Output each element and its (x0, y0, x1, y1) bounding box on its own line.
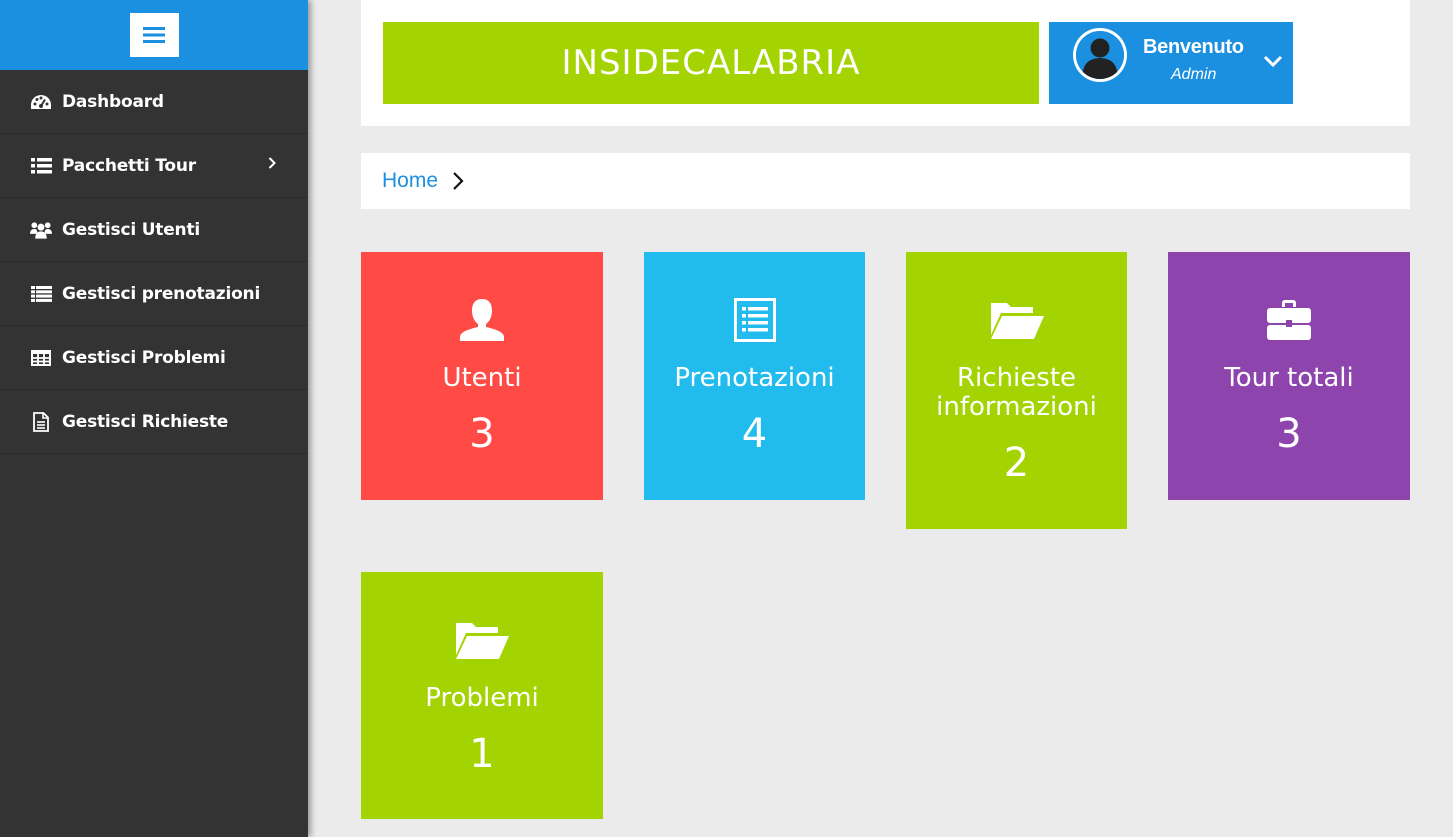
document-icon (30, 411, 52, 432)
table-icon (30, 349, 52, 367)
avatar (1073, 28, 1127, 82)
sidebar-item-label: Gestisci Utenti (62, 219, 201, 240)
dashboard-icon (30, 93, 52, 111)
tile-count: 2 (1003, 440, 1030, 486)
sidebar-item-gestisci-problemi[interactable]: Gestisci Problemi (0, 326, 308, 390)
tile-tour-totali[interactable]: Tour totali 3 (1168, 252, 1410, 500)
sidebar-item-label: Gestisci Richieste (62, 411, 229, 432)
user-role: Admin (1171, 66, 1217, 83)
menu-toggle-button[interactable] (129, 13, 179, 57)
user-menu-button[interactable]: Benvenuto Admin (1049, 22, 1293, 104)
sidebar-nav: Dashboard Pacchetti Tour Gestisci Utenti… (0, 70, 308, 454)
tile-utenti[interactable]: Utenti 3 (361, 252, 603, 500)
sidebar-item-pacchetti-tour[interactable]: Pacchetti Tour (0, 134, 308, 198)
list-box-icon (644, 296, 865, 344)
sidebar-item-label: Gestisci Problemi (62, 347, 226, 368)
hamburger-icon (143, 27, 165, 43)
users-icon (30, 221, 52, 239)
tile-richieste-informazioni[interactable]: Richieste informazioni 2 (906, 252, 1127, 529)
sidebar-item-gestisci-prenotazioni[interactable]: Gestisci prenotazioni (0, 262, 308, 326)
tile-count: 4 (741, 411, 768, 457)
tile-label: Tour totali (1224, 363, 1354, 393)
folder-open-icon (361, 616, 603, 664)
welcome-text: Benvenuto (1143, 36, 1244, 58)
sidebar-item-label: Dashboard (62, 91, 164, 112)
tile-count: 1 (469, 731, 495, 777)
sidebar-item-gestisci-utenti[interactable]: Gestisci Utenti (0, 198, 308, 262)
sidebar-item-dashboard[interactable]: Dashboard (0, 70, 308, 134)
folder-open-icon (906, 296, 1127, 344)
sidebar-item-gestisci-richieste[interactable]: Gestisci Richieste (0, 390, 308, 454)
tile-prenotazioni[interactable]: Prenotazioni 4 (644, 252, 865, 500)
list-icon (30, 157, 52, 175)
sidebar: Dashboard Pacchetti Tour Gestisci Utenti… (0, 0, 308, 837)
breadcrumb-home-link[interactable]: Home (382, 169, 438, 193)
tile-problemi[interactable]: Problemi 1 (361, 572, 603, 819)
sidebar-item-label: Pacchetti Tour (62, 155, 196, 176)
chevron-right-icon (268, 156, 276, 174)
tile-label: Problemi (425, 683, 539, 713)
tile-count: 3 (1276, 411, 1302, 457)
tile-label: Richieste informazioni (936, 363, 1097, 422)
tile-label: Prenotazioni (674, 363, 835, 393)
user-icon (361, 296, 603, 344)
briefcase-icon (1168, 296, 1410, 344)
sidebar-header (0, 0, 308, 70)
chevron-right-icon (452, 171, 464, 195)
list-icon (30, 285, 52, 303)
tile-label: Utenti (442, 363, 522, 393)
tile-count: 3 (469, 411, 495, 457)
top-header: INSIDECALABRIA Benvenuto Admin (361, 0, 1410, 126)
user-avatar-icon (1076, 31, 1124, 79)
brand-banner[interactable]: INSIDECALABRIA (383, 22, 1039, 104)
breadcrumb: Home (361, 153, 1410, 209)
sidebar-item-label: Gestisci prenotazioni (62, 283, 261, 304)
chevron-down-icon (1263, 55, 1283, 73)
